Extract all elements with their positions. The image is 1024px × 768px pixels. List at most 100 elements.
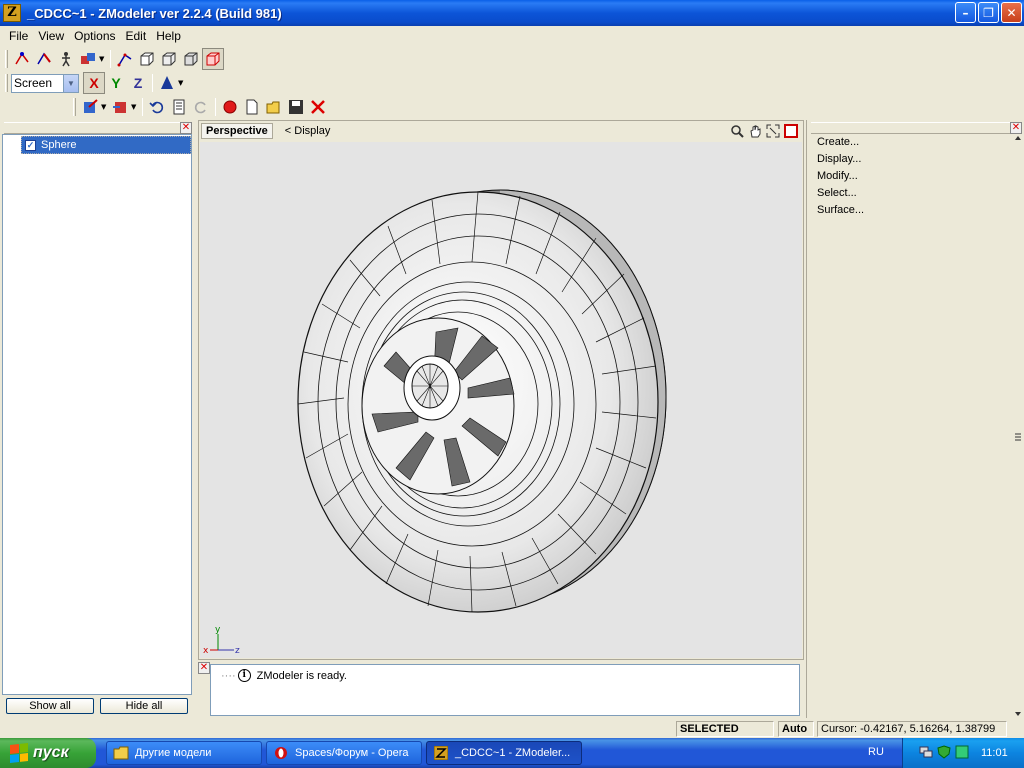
axis-y-label: y (215, 625, 221, 635)
select-object-icon[interactable] (55, 48, 77, 70)
menu-file[interactable]: File (4, 29, 33, 43)
tool-box-front-icon[interactable] (136, 48, 158, 70)
axis-y-button[interactable]: Y (105, 72, 127, 94)
log-message: ···· i ZModeler is ready. (221, 669, 347, 682)
show-all-button[interactable]: Show all (6, 698, 94, 714)
history-list-icon[interactable] (168, 96, 190, 118)
toolbar-separator (215, 98, 216, 116)
close-icon[interactable]: ✕ (198, 662, 210, 674)
minimize-button[interactable]: – (955, 2, 976, 23)
select-vertex-icon[interactable] (11, 48, 33, 70)
viewport-name[interactable]: Perspective (201, 123, 273, 139)
maximize-viewport-icon[interactable] (783, 123, 799, 139)
import-icon[interactable] (79, 96, 101, 118)
clock[interactable]: 11:01 (981, 747, 1008, 759)
axis-x-label: x (203, 646, 209, 656)
hide-all-button[interactable]: Hide all (100, 698, 188, 714)
security-shield-icon[interactable] (937, 744, 951, 762)
display-menu[interactable]: < Display (285, 125, 331, 137)
tool-line-icon[interactable] (114, 48, 136, 70)
tree-item-sphere[interactable]: ✓ Sphere (21, 136, 191, 154)
tool-box-active-icon[interactable] (202, 48, 224, 70)
object-list-panel: ✕ ✓ Sphere Show all Hide all (0, 120, 196, 718)
axis-x-button[interactable]: X (83, 72, 105, 94)
select-edge-icon[interactable] (33, 48, 55, 70)
command-display[interactable]: Display... (817, 153, 864, 170)
wheel-model-render: y z x (203, 189, 667, 656)
toolbar-separator (142, 98, 143, 116)
chevron-down-icon[interactable]: ▼ (63, 74, 78, 92)
toolbar-separator (152, 74, 153, 92)
new-file-icon[interactable] (241, 96, 263, 118)
chevron-down-icon[interactable]: ▼ (131, 103, 139, 111)
tool-box-top-icon[interactable] (180, 48, 202, 70)
menu-options[interactable]: Options (69, 29, 120, 43)
object-tree[interactable]: ✓ Sphere (2, 134, 192, 695)
chevron-down-icon[interactable]: ▼ (99, 55, 107, 63)
command-panel: ✕ Create... Display... Modify... Select.… (806, 120, 1024, 718)
task-label: Другие модели (135, 747, 212, 759)
close-button[interactable]: ✕ (1001, 2, 1022, 23)
menu-edit[interactable]: Edit (121, 29, 152, 43)
rim-spokes (361, 317, 515, 495)
command-modify[interactable]: Modify... (817, 170, 864, 187)
zoom-extents-icon[interactable] (765, 123, 781, 139)
toolbar-select: ▼ (2, 47, 224, 71)
maximize-button[interactable]: ❐ (978, 2, 999, 23)
cone-icon[interactable] (156, 72, 178, 94)
pan-hand-icon[interactable] (747, 123, 763, 139)
visibility-checkbox[interactable]: ✓ (25, 139, 36, 151)
zoom-icon[interactable] (729, 123, 745, 139)
task-label: _CDCC~1 - ZModeler... (455, 747, 571, 759)
panel-scrollbar[interactable] (1012, 134, 1024, 718)
save-icon[interactable] (285, 96, 307, 118)
close-icon[interactable]: ✕ (180, 122, 192, 134)
axis-z-button[interactable]: Z (127, 72, 149, 94)
tool-box-side-icon[interactable] (158, 48, 180, 70)
axis-gizmo: y z x (203, 625, 240, 656)
view-mode-select[interactable]: Screen ▼ (11, 73, 79, 93)
delete-icon[interactable] (307, 96, 329, 118)
record-icon[interactable] (219, 96, 241, 118)
viewport-header: Perspective < Display (199, 121, 803, 141)
system-tray: 11:01 (902, 738, 1024, 768)
zmodeler-app-icon[interactable]: Z (3, 4, 21, 22)
command-menu: Create... Display... Modify... Select...… (817, 136, 864, 221)
open-folder-icon[interactable] (263, 96, 285, 118)
close-icon[interactable]: ✕ (1010, 122, 1022, 134)
title-bar: Z _CDCC~1 - ZModeler ver 2.2.4 (Build 98… (0, 0, 1024, 26)
zmodeler-icon (433, 745, 449, 761)
command-surface[interactable]: Surface... (817, 204, 864, 221)
undo-icon[interactable] (146, 96, 168, 118)
start-label: пуск (33, 744, 69, 761)
menu-help[interactable]: Help (151, 29, 186, 43)
task-folder[interactable]: Другие модели (106, 741, 262, 765)
toolbar-grip[interactable] (5, 50, 8, 68)
toolbar-grip[interactable] (73, 98, 76, 116)
windows-logo-icon (10, 743, 28, 763)
network-icon[interactable] (919, 745, 933, 762)
view-mode-value: Screen (14, 76, 53, 90)
auto-indicator: Auto (778, 721, 814, 737)
toolbar-grip[interactable] (5, 74, 8, 92)
command-select[interactable]: Select... (817, 187, 864, 204)
select-group-icon[interactable] (77, 48, 99, 70)
log-output[interactable]: ···· i ZModeler is ready. (210, 664, 800, 716)
language-indicator[interactable]: RU (868, 746, 884, 758)
tree-item-label: Sphere (41, 139, 77, 151)
toolbar-file: ▼ ▼ (70, 95, 329, 119)
task-zmodeler[interactable]: _CDCC~1 - ZModeler... (426, 741, 582, 765)
export-icon[interactable] (109, 96, 131, 118)
scroll-down-icon (1015, 712, 1021, 716)
panel-header (4, 122, 192, 134)
command-create[interactable]: Create... (817, 136, 864, 153)
start-button[interactable]: пуск (0, 738, 96, 768)
task-opera[interactable]: Spaces/Форум - Opera (266, 741, 422, 765)
task-label: Spaces/Форум - Opera (295, 747, 409, 759)
chevron-down-icon[interactable]: ▼ (178, 79, 186, 87)
axis-z-label: z (235, 646, 240, 656)
menu-view[interactable]: View (33, 29, 69, 43)
antivirus-icon[interactable] (955, 745, 969, 762)
viewport-canvas[interactable]: y z x (200, 142, 802, 658)
chevron-down-icon[interactable]: ▼ (101, 103, 109, 111)
